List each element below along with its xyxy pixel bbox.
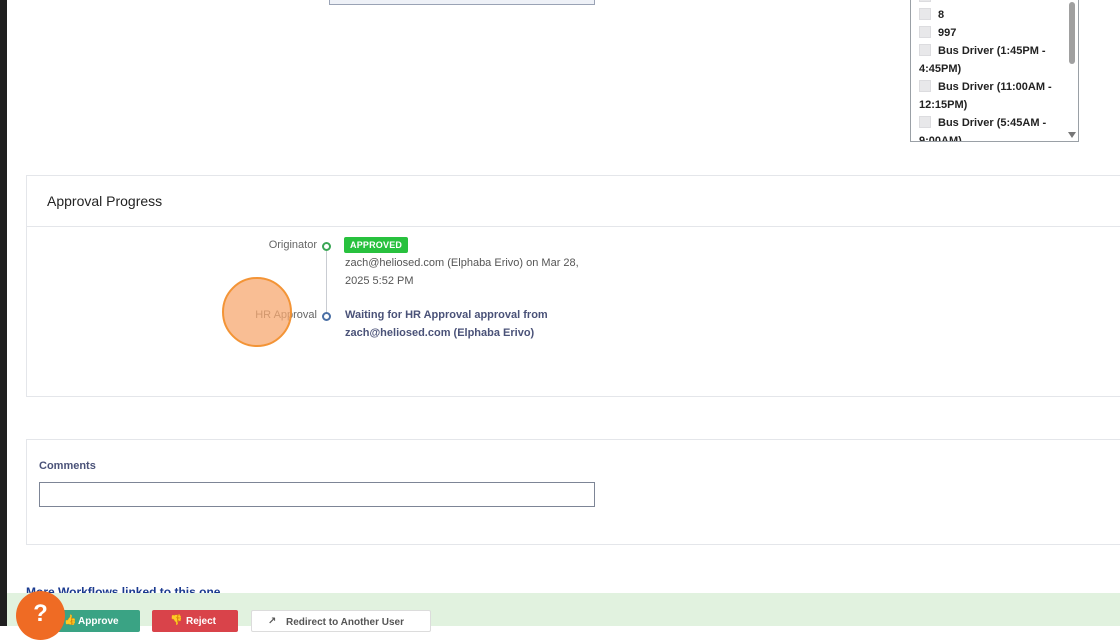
step-node-approved [322, 242, 331, 251]
approve-label: Approve [78, 616, 119, 627]
multiselect-option[interactable]: Bus Driver (1:45PM - 4:45PM) [911, 42, 1078, 78]
multiselect-option[interactable]: 997 [911, 24, 1078, 42]
multiselect-option[interactable]: 8 [911, 6, 1078, 24]
checkbox[interactable] [919, 26, 931, 38]
option-label: Bus Driver (1:45PM - 4:45PM) [919, 45, 1046, 75]
option-label: Bus Driver (5:45AM - 9:00AM) [919, 117, 1047, 142]
thumbs-up-icon: 👍 [64, 615, 77, 626]
comments-panel: Comments [26, 439, 1120, 545]
checkbox[interactable] [919, 8, 931, 20]
redirect-label: Redirect to Another User [286, 617, 404, 628]
option-label: 997 [938, 27, 957, 39]
reject-label: Reject [186, 616, 217, 627]
thumbs-down-icon: 👎 [170, 615, 183, 626]
checkbox[interactable] [919, 80, 931, 92]
scrollbar-thumb[interactable] [1069, 2, 1075, 64]
position-multiselect[interactable]: 8 997 Bus Driver (1:45PM - 4:45PM) Bus D… [910, 0, 1079, 142]
previous-field-input[interactable] [329, 0, 595, 5]
step-detail-originator: zach@heliosed.com (Elphaba Erivo) on Mar… [345, 257, 579, 287]
option-label: 8 [938, 9, 945, 21]
click-highlight [222, 277, 292, 347]
step-detail-hr-approval: Waiting for HR Approval approval from za… [345, 309, 548, 339]
redirect-button[interactable]: ↗ Redirect to Another User [251, 610, 431, 632]
checkbox[interactable] [919, 0, 931, 2]
window-edge [0, 0, 7, 626]
reject-button[interactable]: 👎 Reject [152, 610, 238, 632]
option-label: Bus Driver (11:00AM - 12:15PM) [919, 81, 1052, 111]
checkbox[interactable] [919, 116, 931, 128]
multiselect-option[interactable]: Bus Driver (11:00AM - 12:15PM) [911, 78, 1078, 114]
timeline-connector [326, 251, 327, 313]
panel-title: Approval Progress [47, 193, 163, 209]
scroll-down-arrow-icon[interactable] [1068, 132, 1076, 138]
step-label-originator: Originator [268, 239, 317, 251]
help-button[interactable]: ? [16, 591, 65, 640]
trend-arrow-icon: ↗ [268, 616, 277, 627]
approve-button[interactable]: 👍 Approve [52, 610, 140, 632]
comments-label: Comments [39, 460, 96, 472]
comments-input[interactable] [39, 482, 595, 507]
checkbox[interactable] [919, 44, 931, 56]
step-node-pending [322, 312, 331, 321]
panel-header: Approval Progress [27, 176, 1120, 227]
multiselect-option[interactable]: Bus Driver (5:45AM - 9:00AM) [911, 114, 1078, 142]
scrollbar[interactable] [1066, 0, 1078, 141]
status-badge: APPROVED [344, 237, 409, 253]
